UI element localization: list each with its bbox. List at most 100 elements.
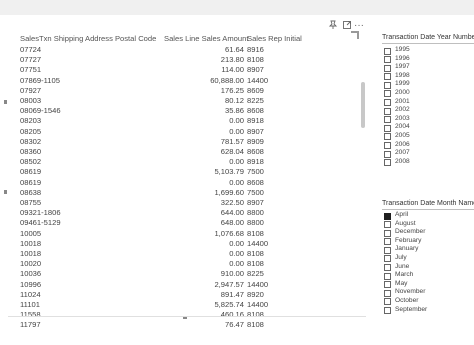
cell-sales-rep: 8608: [247, 177, 264, 187]
slicer-item[interactable]: 1996: [382, 55, 474, 64]
checkbox[interactable]: [384, 133, 391, 141]
slicer-item[interactable]: May: [382, 280, 474, 289]
cell-sales-rep: 7500: [247, 187, 264, 197]
slicer-item-label: June: [395, 262, 410, 270]
cell-sales-amount: 628.04: [220, 147, 244, 156]
cell-sales-rep: 14400: [247, 238, 269, 248]
cell-sales-amount: 35.86: [224, 106, 244, 116]
table: SalesTxn Shipping Address Postal Code Sa…: [20, 34, 364, 345]
slicer-item-label: January: [395, 245, 419, 253]
cell-postal-code: 09321-1806: [20, 208, 61, 218]
checkbox[interactable]: [384, 99, 391, 107]
checkbox[interactable]: [384, 298, 391, 306]
checkbox[interactable]: [384, 47, 391, 55]
cell-postal-code: 10020: [20, 259, 42, 269]
cell-sales-amount: 648.00: [220, 218, 244, 228]
slicer-item-label: 2007: [395, 149, 410, 157]
table-visual[interactable]: ··· SalesTxn Shipping Address Postal Cod…: [8, 20, 366, 329]
checkbox[interactable]: [384, 142, 391, 150]
slicer-item[interactable]: 1995: [382, 46, 474, 55]
checkbox[interactable]: [384, 64, 391, 72]
slicer-item[interactable]: 1997: [382, 63, 474, 72]
cell-postal-code: 10996: [20, 279, 42, 289]
cell-sales-rep: 8608: [247, 147, 264, 156]
slicer-item[interactable]: December: [382, 228, 474, 237]
pin-icon[interactable]: [327, 20, 339, 32]
cell-postal-code: 11024: [20, 289, 41, 299]
checkbox[interactable]: [384, 150, 391, 158]
slicer-item[interactable]: March: [382, 271, 474, 280]
checkbox[interactable]: [384, 272, 391, 280]
slicer-item-label: February: [395, 236, 422, 244]
slicer-item[interactable]: October: [382, 297, 474, 306]
slicer-item[interactable]: July: [382, 254, 474, 263]
cell-sales-amount: 0.00: [229, 116, 244, 126]
slicer-month-title: Transaction Date Month Name: [382, 199, 474, 210]
checkbox[interactable]: [384, 159, 391, 167]
cell-sales-rep: 8916: [247, 45, 264, 54]
checkbox[interactable]: [384, 90, 391, 98]
cell-sales-rep: 8108: [247, 259, 264, 269]
checkbox[interactable]: [384, 246, 391, 254]
cell-sales-amount: 5,103.79: [214, 167, 244, 177]
cell-postal-code: 08360: [20, 147, 42, 156]
column-header-postal-code[interactable]: SalesTxn Shipping Address Postal Code: [20, 34, 164, 44]
column-header-sales-amount[interactable]: Sales Line Sales Amount: [164, 34, 248, 44]
slicer-item[interactable]: September: [382, 306, 474, 315]
slicer-item[interactable]: 2008: [382, 158, 474, 167]
checkbox[interactable]: [384, 212, 391, 220]
scrollbar-thumb[interactable]: [361, 82, 365, 128]
slicer-item[interactable]: 2005: [382, 132, 474, 141]
checkbox[interactable]: [384, 238, 391, 246]
visual-header: ···: [8, 20, 366, 34]
slicer-year[interactable]: Transaction Date Year Number 1995 1996 199…: [382, 33, 474, 167]
cell-sales-amount: 0.00: [229, 157, 244, 167]
left-resize-handle[interactable]: [4, 190, 7, 194]
cell-sales-rep: 8918: [247, 116, 264, 126]
cell-sales-amount: 644.00: [220, 208, 244, 218]
visual-bottom-border: [8, 316, 366, 317]
cell-sales-amount: 891.47: [220, 289, 244, 299]
cell-sales-rep: 14400: [247, 300, 269, 309]
checkbox[interactable]: [384, 73, 391, 81]
checkbox[interactable]: [384, 116, 391, 124]
vertical-scrollbar[interactable]: [360, 34, 366, 334]
slicer-item[interactable]: 2001: [382, 98, 474, 107]
checkbox[interactable]: [384, 124, 391, 132]
cell-postal-code: 07869-1105: [20, 75, 60, 85]
slicer-item-label: 1996: [395, 54, 410, 62]
checkbox[interactable]: [384, 281, 391, 289]
cell-sales-amount: 61.64: [224, 45, 244, 54]
slicer-item[interactable]: 2007: [382, 149, 474, 158]
checkbox[interactable]: [384, 264, 391, 272]
cell-sales-amount: 76.47: [224, 320, 244, 330]
slicer-item[interactable]: June: [382, 263, 474, 272]
slicer-item[interactable]: August: [382, 220, 474, 229]
slicer-item[interactable]: January: [382, 245, 474, 254]
checkbox[interactable]: [384, 56, 391, 64]
slicer-item[interactable]: 2004: [382, 123, 474, 132]
cell-sales-amount: 80.12: [224, 96, 244, 105]
slicer-month[interactable]: Transaction Date Month Name April August D…: [382, 199, 474, 315]
slicer-item[interactable]: 2003: [382, 115, 474, 124]
checkbox[interactable]: [384, 289, 391, 297]
checkbox[interactable]: [384, 221, 391, 229]
slicer-item-label: 2000: [395, 88, 410, 96]
slicer-item[interactable]: 1999: [382, 80, 474, 89]
slicer-item-label: 2005: [395, 131, 410, 139]
slicer-item[interactable]: 2000: [382, 89, 474, 98]
slicer-item-label: 2003: [395, 114, 410, 122]
checkbox[interactable]: [384, 229, 391, 237]
slicer-item[interactable]: April: [382, 211, 474, 220]
column-header-sales-rep[interactable]: Sales Rep Initial: [247, 34, 327, 44]
slicer-item[interactable]: 2006: [382, 141, 474, 150]
checkbox[interactable]: [384, 255, 391, 263]
slicer-item[interactable]: February: [382, 237, 474, 246]
checkbox[interactable]: [384, 107, 391, 115]
checkbox[interactable]: [384, 307, 391, 315]
left-resize-handle[interactable]: [4, 100, 7, 104]
slicer-item[interactable]: 2002: [382, 106, 474, 115]
slicer-item[interactable]: November: [382, 288, 474, 297]
slicer-item[interactable]: 1998: [382, 72, 474, 81]
checkbox[interactable]: [384, 81, 391, 89]
